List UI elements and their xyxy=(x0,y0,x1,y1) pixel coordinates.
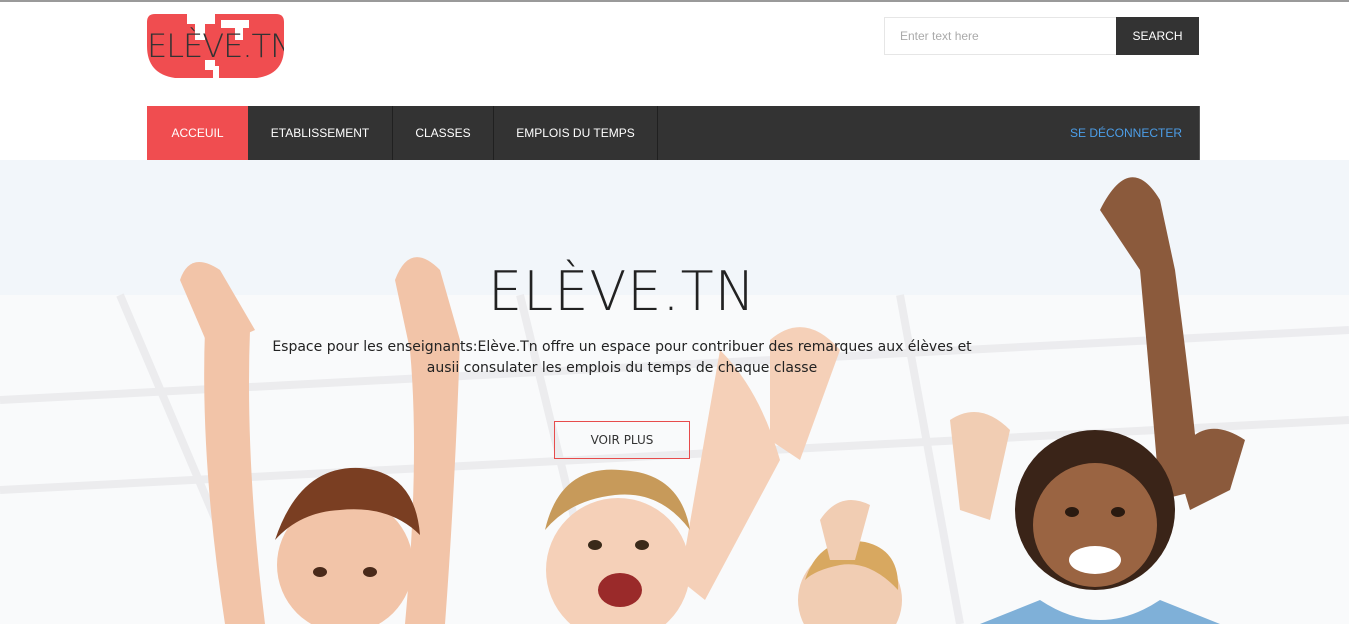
search-input[interactable] xyxy=(884,17,1116,55)
hero-banner: ELÈVE.TN Espace pour les enseignants:Elè… xyxy=(0,160,1349,624)
nav-item-acceuil[interactable]: ACCEUIL xyxy=(147,106,248,160)
logo[interactable]: ELÈVE.TN xyxy=(147,14,284,78)
hero-description: Espace pour les enseignants:Elève.Tn off… xyxy=(272,339,972,376)
top-border xyxy=(0,0,1349,2)
hero-title: ELÈVE.TN xyxy=(488,260,756,323)
logo-text: ELÈVE.TN xyxy=(147,27,284,65)
logout-link[interactable]: SE DÉCONNECTER xyxy=(1053,106,1199,160)
nav-item-classes[interactable]: CLASSES xyxy=(393,106,494,160)
main-nav: ACCEUIL ETABLISSEMENT CLASSES EMPLOIS DU… xyxy=(147,106,1200,160)
hero-background-image xyxy=(0,160,1349,624)
nav-item-etablissement[interactable]: ETABLISSEMENT xyxy=(248,106,393,160)
search-button[interactable]: SEARCH xyxy=(1116,17,1199,55)
nav-item-emplois-du-temps[interactable]: EMPLOIS DU TEMPS xyxy=(494,106,658,160)
voir-plus-button[interactable]: VOIR PLUS xyxy=(554,421,690,459)
